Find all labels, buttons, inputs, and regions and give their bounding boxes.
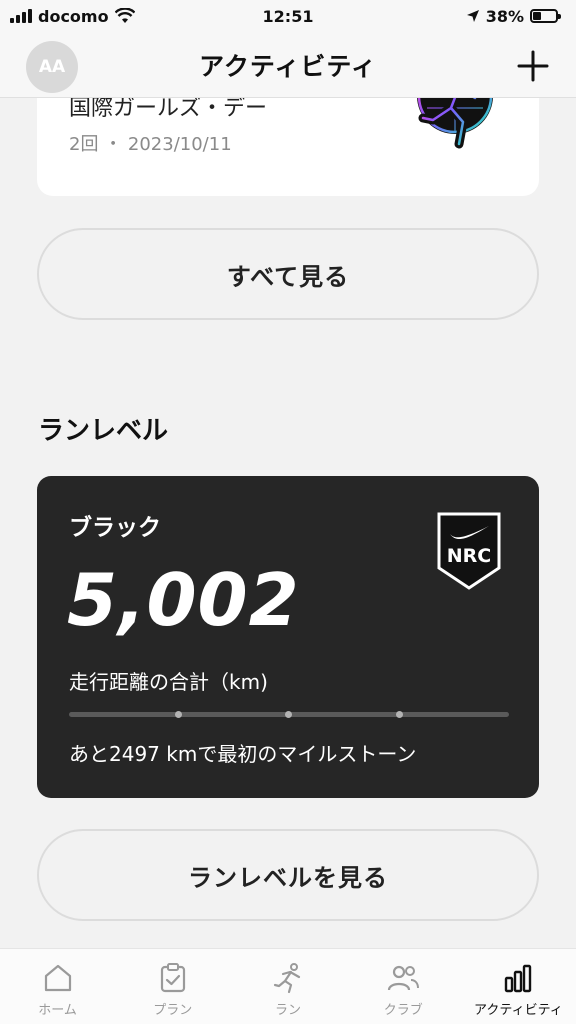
- battery-icon: [530, 9, 561, 23]
- see-all-button[interactable]: すべて見る: [37, 228, 539, 320]
- achievement-title: 国際ガールズ・デー: [69, 98, 268, 121]
- total-distance: 5,002: [67, 558, 300, 642]
- wifi-icon: [114, 8, 135, 23]
- clipboard-check-icon: [160, 963, 185, 993]
- people-icon: [388, 965, 420, 991]
- runner-icon: [273, 963, 301, 994]
- status-bar: docomo 12:51 38%: [0, 0, 576, 32]
- home-icon: [44, 964, 71, 992]
- tab-label: ホーム: [38, 1003, 77, 1018]
- status-left: docomo: [10, 7, 135, 26]
- milestone-marker: [396, 711, 403, 718]
- distance-label: 走行距離の合計（km): [69, 670, 268, 694]
- battery-percent: 38%: [485, 6, 524, 26]
- avatar[interactable]: AA: [26, 41, 78, 93]
- location-arrow-icon: [466, 10, 479, 22]
- achievement-card[interactable]: 国際ガールズ・デー 2回 ・ 2023/10/11: [37, 98, 539, 196]
- carrier-name: docomo: [38, 6, 109, 26]
- tab-activity[interactable]: アクティビティ: [461, 949, 576, 1024]
- tab-label: ラン: [275, 1003, 302, 1018]
- tab-run[interactable]: ラン: [230, 949, 345, 1024]
- signal-icon: [10, 9, 32, 23]
- milestone-marker: [285, 711, 292, 718]
- scroll-content[interactable]: 国際ガールズ・デー 2回 ・ 2023/10/11 すべて見る ランレベル ブラ…: [0, 98, 576, 948]
- milestone-progress-bar: [69, 711, 509, 718]
- plus-icon: [517, 50, 549, 82]
- tab-club[interactable]: クラブ: [346, 949, 461, 1024]
- see-runlevel-button[interactable]: ランレベルを見る: [37, 829, 539, 921]
- nrc-badge-icon: NRC: [437, 512, 501, 590]
- tab-label: プラン: [153, 1003, 193, 1018]
- tab-label: アクティビティ: [474, 1003, 563, 1018]
- section-title-runlevel: ランレベル: [38, 416, 169, 446]
- add-button[interactable]: [516, 49, 550, 83]
- battery-fill: [533, 12, 542, 20]
- achievement-meta: 2回 ・ 2023/10/11: [69, 134, 232, 155]
- runlevel-card[interactable]: ブラック NRC 5,002 走行距離の合計（km) あと2497 kmで最初の…: [37, 476, 539, 798]
- level-name: ブラック: [69, 515, 161, 541]
- page-title: アクティビティ: [199, 51, 377, 81]
- nrc-badge-text: NRC: [447, 545, 491, 567]
- milestone-marker: [175, 711, 182, 718]
- runner-badge-icon: [417, 98, 493, 149]
- app-header: AA アクティビティ: [0, 32, 576, 98]
- tab-label: クラブ: [383, 1003, 423, 1018]
- bar-chart-icon: [505, 964, 532, 993]
- tab-plan[interactable]: プラン: [115, 949, 230, 1024]
- status-right: 38%: [466, 6, 561, 26]
- milestone-text: あと2497 kmで最初のマイルストーン: [69, 742, 417, 766]
- tab-bar: ホーム プラン ラン クラブ アクティビティ: [0, 948, 576, 1024]
- tab-home[interactable]: ホーム: [0, 949, 115, 1024]
